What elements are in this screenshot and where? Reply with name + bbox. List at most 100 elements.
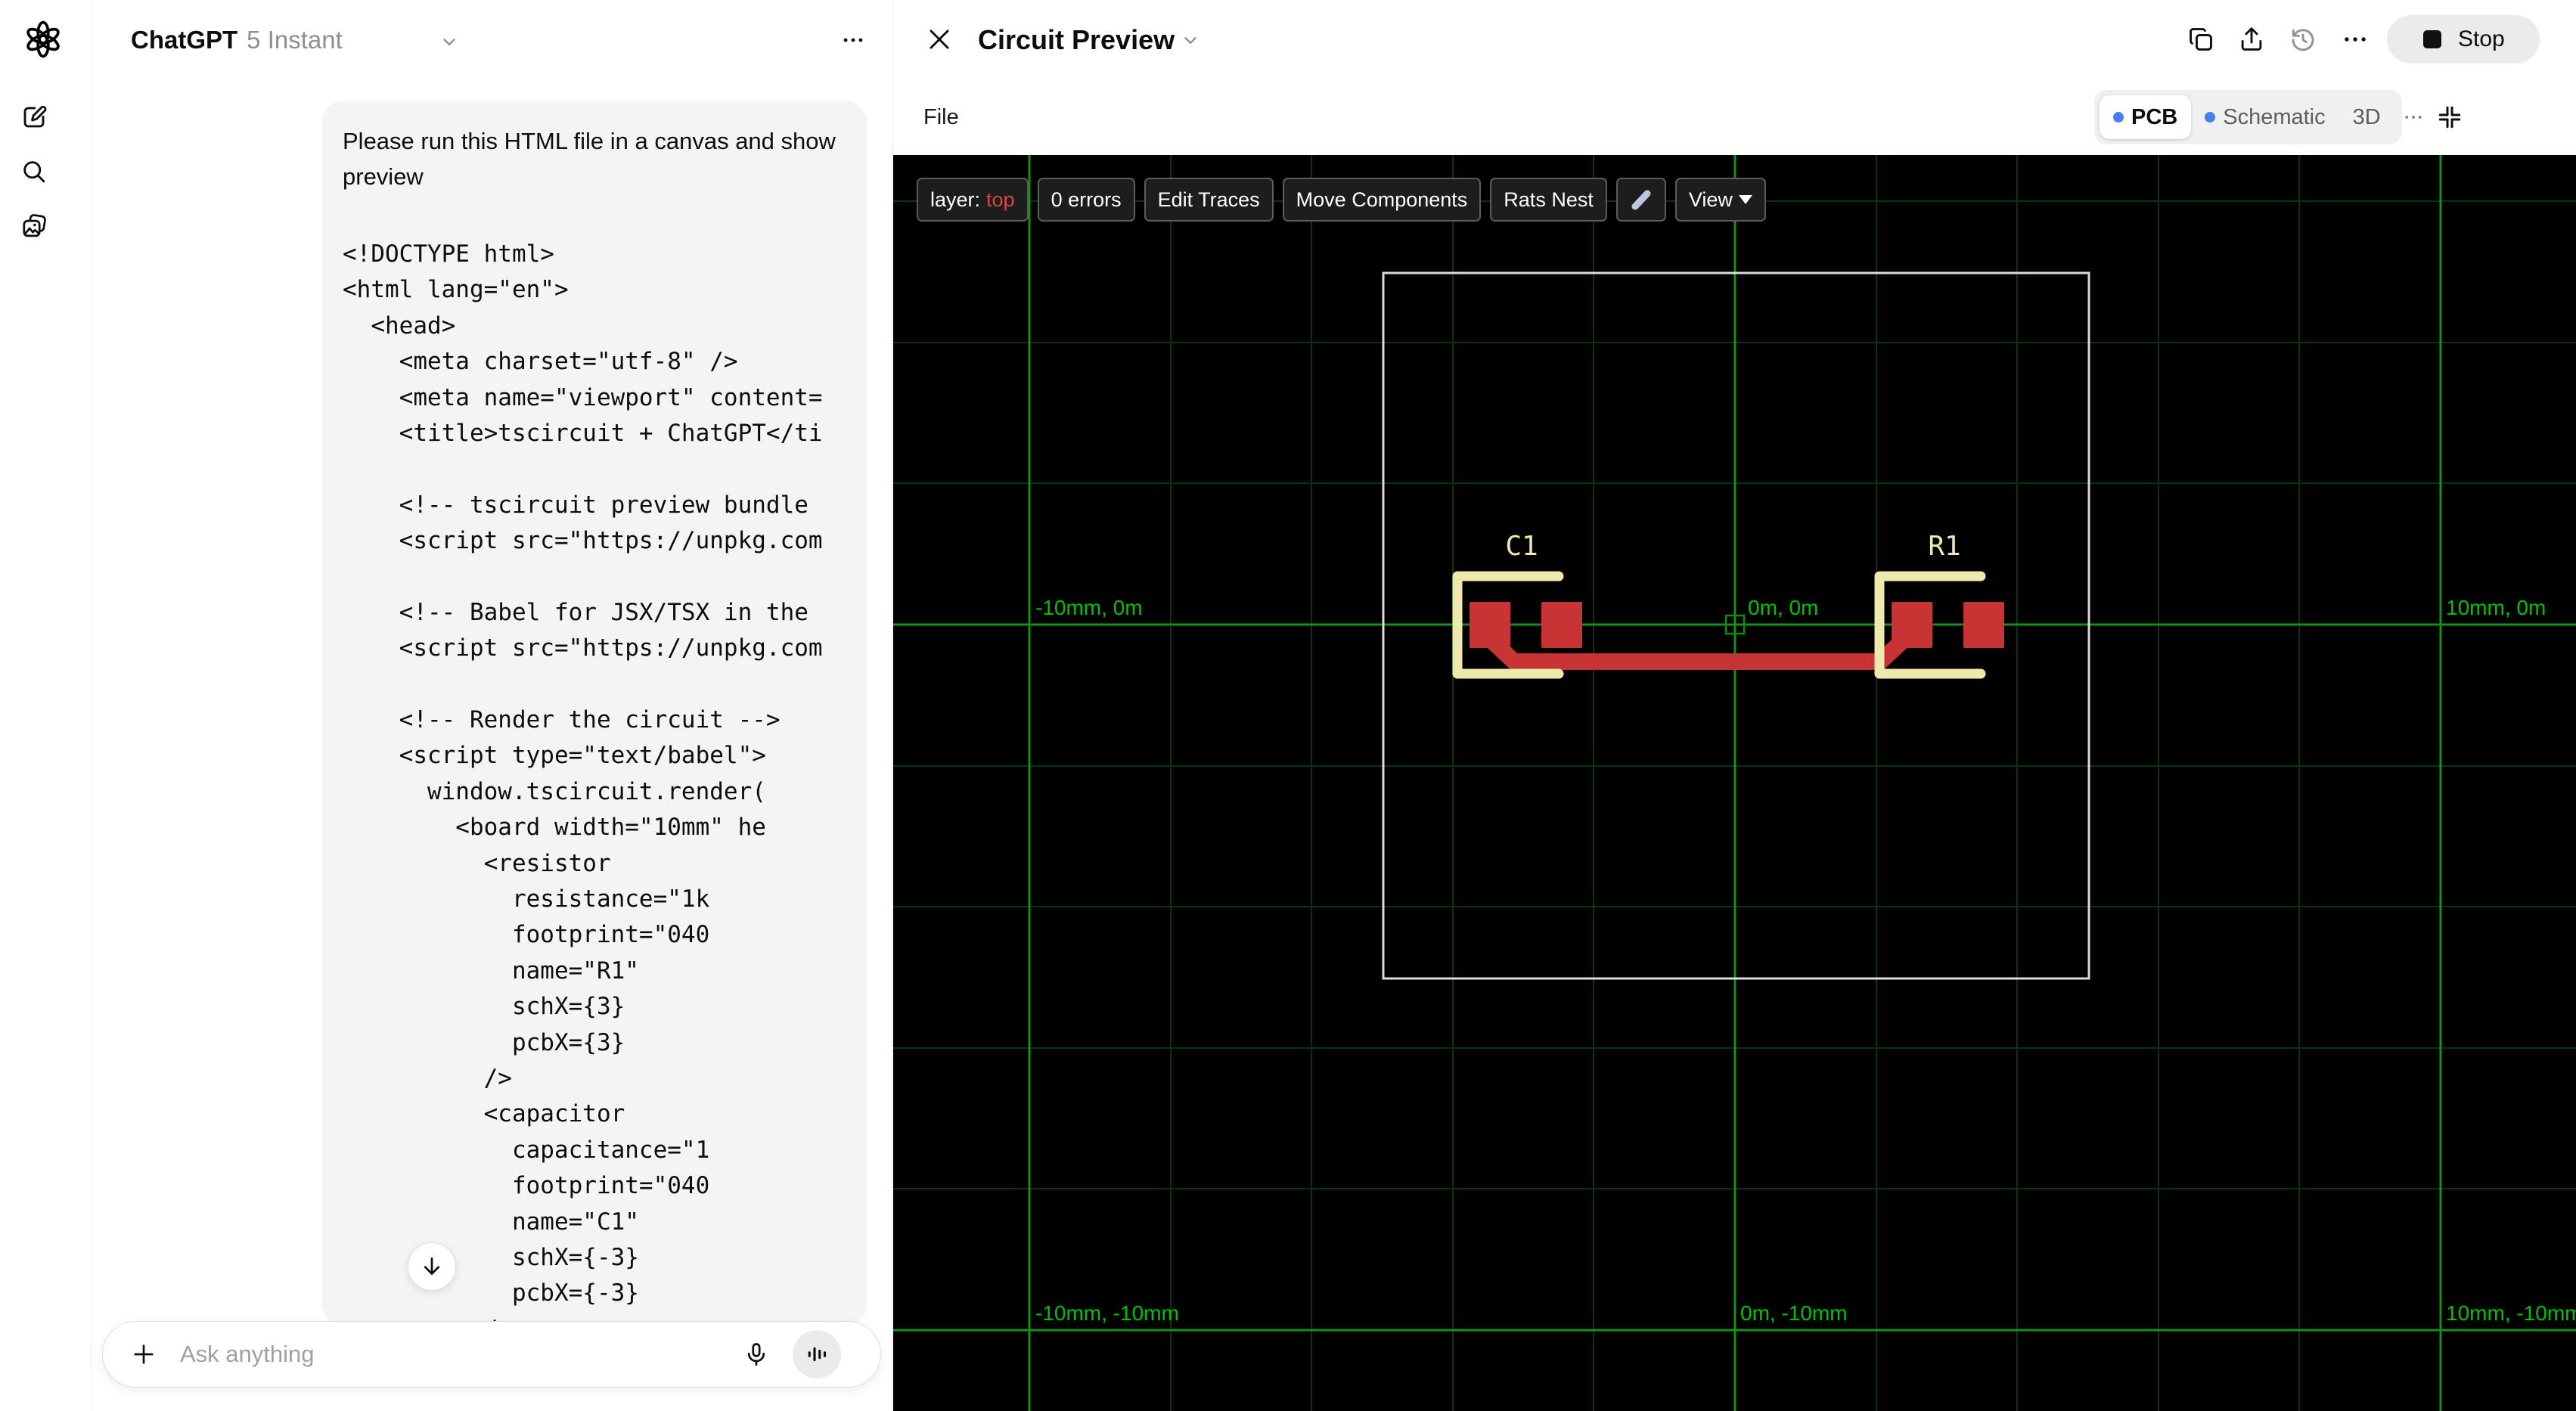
stop-square-icon bbox=[2423, 30, 2441, 48]
r1-pad-2[interactable] bbox=[1963, 602, 2004, 648]
pcb-toolbar-button[interactable]: Rats Nest bbox=[1490, 178, 1607, 222]
grid-major-lines bbox=[893, 155, 2576, 1411]
code-line: <script src="https://unpkg.com bbox=[343, 527, 823, 555]
mic-icon[interactable] bbox=[743, 1341, 770, 1368]
c1-pad-1[interactable] bbox=[1470, 602, 1510, 648]
pcb-toolbar-button[interactable]: Move Components bbox=[1282, 178, 1482, 222]
code-line: <html lang="en"> bbox=[343, 276, 569, 304]
code-line: <head> bbox=[343, 312, 456, 340]
conversation-menu-icon[interactable] bbox=[840, 27, 866, 53]
code-line: schX={3} bbox=[343, 993, 625, 1021]
tabs-more-icon[interactable] bbox=[2394, 95, 2432, 139]
code-line: <meta charset="utf-8" /> bbox=[343, 348, 738, 376]
layer-label: layer: bbox=[930, 188, 981, 211]
tab-pcb[interactable]: PCB bbox=[2100, 95, 2192, 139]
caret-down-icon bbox=[1738, 195, 1752, 204]
code-line: name="R1" bbox=[343, 957, 639, 985]
canvas-header: Circuit Preview Stop bbox=[893, 0, 2576, 79]
code-line: <title>tscircuit + ChatGPT</ti bbox=[343, 419, 823, 447]
component-labels: C1 R1 bbox=[1505, 531, 1960, 562]
grid-coordinate-labels: -10mm, 0m 0m, 0m 10mm, 0m -10mm, -10mm 0… bbox=[1035, 596, 2576, 1325]
edit-pencil-button[interactable] bbox=[1615, 178, 1666, 222]
chat-model-selector[interactable]: ChatGPT 5 Instant bbox=[131, 0, 343, 79]
user-message-text: Please run this HTML file in a canvas an… bbox=[343, 128, 843, 190]
c1-pad-2[interactable] bbox=[1541, 602, 1582, 648]
stop-button[interactable]: Stop bbox=[2387, 15, 2540, 64]
code-line: <script src="https://unpkg.com bbox=[343, 634, 823, 662]
view-dropdown-button[interactable]: View bbox=[1674, 178, 1766, 222]
view-tabs: PCB Schematic 3D bbox=[2094, 90, 2422, 144]
share-upload-icon[interactable] bbox=[2237, 25, 2266, 54]
model-name: 5 Instant bbox=[247, 26, 343, 54]
voice-mode-button[interactable] bbox=[793, 1330, 841, 1378]
app-root: ChatGPT 5 Instant Please run this HTML fi… bbox=[0, 0, 2576, 1411]
code-line: <resistor bbox=[343, 849, 611, 877]
user-message-bubble: Please run this HTML file in a canvas an… bbox=[321, 101, 867, 1326]
code-line: <!-- Babel for JSX/TSX in the bbox=[343, 598, 808, 626]
code-line: <capacitor bbox=[343, 1100, 625, 1128]
code-line: <!-- Render the circuit --> bbox=[343, 706, 781, 734]
scroll-to-bottom-button[interactable] bbox=[408, 1242, 456, 1291]
waveform-icon bbox=[808, 1347, 827, 1362]
new-chat-icon[interactable] bbox=[20, 104, 48, 131]
layer-selector-button[interactable]: layer: top bbox=[917, 178, 1029, 222]
code-line: <!-- tscircuit preview bundle bbox=[343, 491, 808, 519]
openai-logo-icon bbox=[24, 20, 62, 58]
c1-label[interactable]: C1 bbox=[1505, 531, 1538, 562]
canvas-menubar: File PCB Schematic 3D bbox=[893, 79, 2576, 155]
code-block: <!DOCTYPE html> <html lang="en"> <head> <… bbox=[343, 237, 846, 1326]
code-line: footprint="040 bbox=[343, 921, 710, 949]
code-line: <!DOCTYPE html> bbox=[343, 240, 554, 268]
pcb-toolbar-buttons: 0 errors Edit Traces Move Components Rats N… bbox=[1037, 178, 1607, 222]
view-label: View bbox=[1688, 188, 1733, 211]
attach-plus-icon[interactable] bbox=[130, 1341, 157, 1368]
code-line: footprint="040 bbox=[343, 1172, 710, 1200]
code-line: resistance="1k bbox=[343, 885, 710, 913]
library-images-icon[interactable] bbox=[20, 212, 48, 240]
copy-icon[interactable] bbox=[2186, 25, 2215, 54]
search-icon[interactable] bbox=[20, 158, 48, 185]
layer-value: top bbox=[986, 188, 1015, 211]
stop-label: Stop bbox=[2458, 26, 2505, 51]
history-icon[interactable] bbox=[2289, 25, 2317, 54]
code-line: pcbX={3} bbox=[343, 1028, 625, 1056]
tab-3d[interactable]: 3D bbox=[2339, 95, 2394, 139]
grid-label-bottom-neg: -10mm, -10mm bbox=[1035, 1301, 1179, 1325]
r1-pad-1[interactable] bbox=[1892, 602, 1932, 648]
grid-label-xpos: 10mm, 0m bbox=[2446, 596, 2546, 619]
tab-schematic-label: Schematic bbox=[2223, 104, 2326, 129]
pcb-toolbar-button[interactable]: 0 errors bbox=[1037, 178, 1135, 222]
code-line: name="C1" bbox=[343, 1208, 639, 1236]
canvas-menu-dots-icon[interactable] bbox=[2341, 25, 2370, 54]
code-line: <board width="10mm" he bbox=[343, 814, 766, 842]
r1-label[interactable]: R1 bbox=[1928, 531, 1960, 562]
pcb-toolbar-button[interactable]: Edit Traces bbox=[1144, 178, 1274, 222]
tab-3d-label: 3D bbox=[2352, 104, 2381, 129]
canvas-panel: Circuit Preview Stop File PCB Schematic … bbox=[892, 0, 2576, 1411]
code-line: <script type="text/babel"> bbox=[343, 742, 766, 770]
composer[interactable]: Ask anything bbox=[102, 1321, 881, 1388]
chevron-down-icon bbox=[439, 32, 459, 51]
composer-placeholder[interactable]: Ask anything bbox=[180, 1322, 315, 1387]
code-line: <meta name="viewport" content= bbox=[343, 383, 823, 411]
grid-label-bottom-pos: 10mm, -10mm bbox=[2446, 1301, 2576, 1325]
chat-panel: ChatGPT 5 Instant Please run this HTML fi… bbox=[0, 0, 892, 1411]
tab-schematic[interactable]: Schematic bbox=[2191, 95, 2339, 139]
file-menu[interactable]: File bbox=[923, 79, 959, 155]
tab-pcb-label: PCB bbox=[2131, 104, 2178, 129]
chevron-down-icon[interactable] bbox=[1181, 30, 1200, 50]
grid-label-xneg: -10mm, 0m bbox=[1035, 596, 1143, 619]
pcb-toolbar: layer: top 0 errors Edit Traces Move Compo… bbox=[917, 178, 1766, 222]
code-line: /> bbox=[343, 1064, 512, 1092]
grid-label-origin: 0m, 0m bbox=[1748, 596, 1818, 619]
collapse-canvas-icon[interactable] bbox=[2436, 104, 2463, 131]
close-icon[interactable] bbox=[925, 25, 954, 54]
pcb-canvas[interactable]: C1 R1 -10mm, 0m 0m, 0m 10mm, 0m -10mm, -… bbox=[893, 155, 2576, 1411]
arrow-down-icon bbox=[424, 1257, 440, 1275]
canvas-title[interactable]: Circuit Preview bbox=[978, 0, 1175, 79]
pcb-editor[interactable]: C1 R1 -10mm, 0m 0m, 0m 10mm, 0m -10mm, -… bbox=[893, 155, 2576, 1411]
pcb-status-dot bbox=[2113, 112, 2124, 122]
